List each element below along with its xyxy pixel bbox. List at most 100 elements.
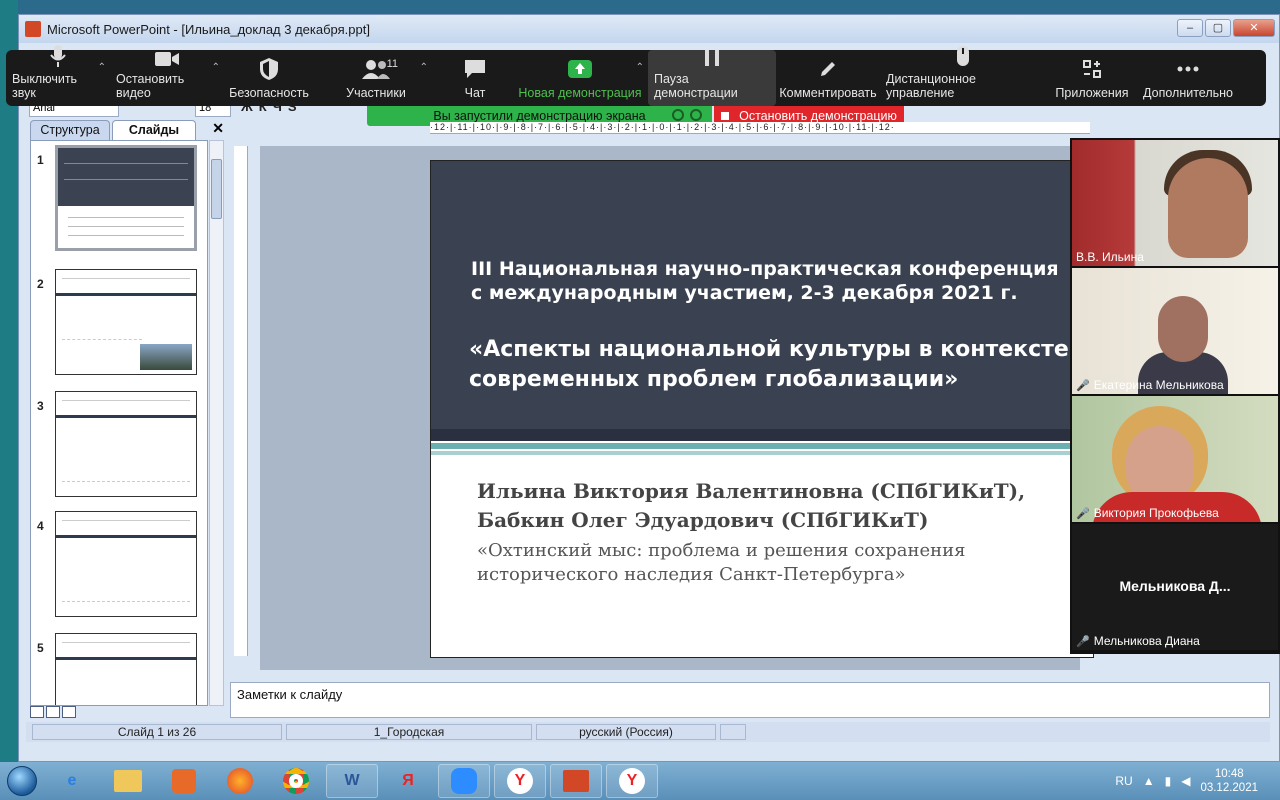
close-icon[interactable]: ✕ [212, 120, 224, 137]
participant-name: Виктория Прокофьева [1093, 506, 1219, 520]
tab-outline[interactable]: Структура [30, 120, 110, 140]
pause-share-button[interactable]: Пауза демонстрации [648, 50, 776, 106]
normal-view-button[interactable] [30, 706, 44, 718]
annotate-button[interactable]: Комментировать [776, 50, 880, 106]
authors[interactable]: Ильина Виктория Валентиновна (СПбГИКиТ),… [477, 477, 1025, 535]
chat-button[interactable]: Чат [438, 50, 512, 106]
stop-video-button[interactable]: ⌃ Остановить видео [110, 50, 224, 106]
slide-thumbnails: 1 2 3 4 5 [30, 140, 208, 706]
participant-name: Екатерина Мельникова [1093, 378, 1224, 392]
slide-stripe [431, 429, 1093, 441]
chevron-up-icon[interactable]: ⌃ [98, 62, 106, 73]
system-tray: RU ▲ ▮ ◀ 10:48 03.12.2021 [1115, 762, 1280, 800]
video-tile[interactable]: 🎤 Екатерина Мельникова [1072, 268, 1278, 394]
vertical-ruler [234, 146, 248, 656]
media-player-icon[interactable] [158, 764, 210, 798]
internet-explorer-icon[interactable]: e [46, 764, 98, 798]
video-tile[interactable]: В.В. Ильина [1072, 140, 1278, 266]
window-title: Microsoft PowerPoint - [Ильина_доклад 3 … [47, 21, 370, 37]
participant-videos: В.В. Ильина 🎤 Екатерина Мельникова 🎤 Викто… [1070, 138, 1280, 654]
stop-icon [721, 112, 730, 120]
security-button[interactable]: Безопасность [224, 50, 314, 106]
chevron-up-icon[interactable]: ⌃ [420, 62, 428, 73]
zoom-icon[interactable] [438, 764, 490, 798]
scrollbar-thumb[interactable] [211, 159, 222, 219]
clock-time: 10:48 [1214, 768, 1244, 780]
pencil-icon [818, 56, 838, 82]
chevron-up-icon[interactable]: ▲ [1143, 774, 1155, 788]
sharing-banner-text: Вы запустили демонстрацию экрана [433, 109, 646, 123]
desktop-edge [0, 0, 18, 762]
shield-icon [690, 109, 702, 121]
conference-title[interactable]: III Национальная научно-практическая кон… [471, 257, 1071, 305]
language-status: русский (Россия) [536, 724, 716, 740]
yandex-icon[interactable]: Я [382, 764, 434, 798]
windows-icon [7, 766, 37, 796]
status-icon [672, 109, 684, 121]
video-camera-icon [154, 50, 180, 68]
firefox-icon[interactable] [214, 764, 266, 798]
microphone-icon [49, 44, 67, 68]
report-subject[interactable]: «Охтинский мыс: проблема и решения сохра… [477, 539, 1037, 587]
thumbnail-photo [140, 344, 192, 370]
network-icon[interactable]: ▮ [1165, 774, 1172, 788]
video-tile[interactable]: 🎤 Виктория Прокофьева [1072, 396, 1278, 522]
close-button[interactable]: ✕ [1233, 19, 1275, 37]
powerpoint-icon[interactable] [550, 764, 602, 798]
language-indicator[interactable]: RU [1115, 774, 1132, 788]
mouse-icon [955, 44, 971, 68]
more-button[interactable]: Дополнительно [1138, 50, 1238, 106]
shield-icon [259, 56, 279, 82]
apps-button[interactable]: Приложения [1046, 50, 1138, 106]
chevron-up-icon[interactable]: ⌃ [212, 62, 220, 73]
slide-thumbnail[interactable] [55, 633, 197, 705]
remote-control-button[interactable]: Дистанционное управление [880, 46, 1046, 106]
yandex-browser-icon[interactable]: Y [494, 764, 546, 798]
volume-icon[interactable]: ◀ [1181, 774, 1190, 788]
sorter-view-button[interactable] [46, 706, 60, 718]
muted-mic-icon: 🎤 [1076, 635, 1090, 648]
word-icon[interactable]: W [326, 764, 378, 798]
notes-field[interactable]: Заметки к слайду [230, 682, 1270, 718]
powerpoint-icon [25, 21, 41, 37]
new-share-button[interactable]: ⌃ Новая демонстрация [512, 50, 648, 106]
file-explorer-icon[interactable] [102, 764, 154, 798]
video-feed [1168, 158, 1248, 258]
slides-pane: Структура Слайды ✕ 1 2 3 4 5 [26, 120, 228, 720]
mute-button[interactable]: ⌃ Выключить звук [6, 45, 110, 106]
slideshow-view-button[interactable] [62, 706, 76, 718]
pause-icon [702, 48, 722, 68]
video-tile[interactable]: Мельникова Д... 🎤 Мельникова Диана [1072, 524, 1278, 650]
yandex-browser-icon[interactable]: Y [606, 764, 658, 798]
clock-date: 03.12.2021 [1200, 782, 1258, 794]
slide-thumbnail[interactable] [55, 269, 197, 375]
topic-title[interactable]: «Аспекты национальной культуры в контекс… [469, 335, 1079, 395]
slide-thumbnail[interactable] [55, 145, 197, 251]
clock[interactable]: 10:48 03.12.2021 [1200, 767, 1258, 795]
minimize-button[interactable]: – [1177, 19, 1203, 37]
participant-display-name: Мельникова Д... [1119, 578, 1231, 594]
start-button[interactable] [0, 762, 44, 800]
tab-slides[interactable]: Слайды [112, 120, 196, 140]
chevron-up-icon[interactable]: ⌃ [636, 62, 644, 73]
chat-icon [463, 56, 487, 82]
video-feed [1158, 296, 1208, 362]
author-line: Бабкин Олег Эдуардович (СПбГИКиТ) [477, 508, 929, 532]
maximize-button[interactable]: ▢ [1205, 19, 1231, 37]
participant-count: 11 [386, 58, 398, 70]
author-line: Ильина Виктория Валентиновна (СПбГИКиТ), [477, 479, 1026, 503]
scrollbar[interactable] [209, 140, 224, 706]
slide-thumbnail[interactable] [55, 511, 197, 617]
zoom-meeting-toolbar: ⌃ Выключить звук ⌃ Остановить видео Безо… [6, 45, 1266, 106]
participants-button[interactable]: 11 ⌃ Участники [314, 50, 438, 106]
taskbar: e W Я Y Y RU ▲ ▮ ◀ 10:48 03.12.2021 [0, 762, 1280, 800]
chrome-icon[interactable] [270, 764, 322, 798]
status-blank [720, 724, 746, 740]
status-bar: Слайд 1 из 26 1_Городская русский (Росси… [26, 722, 1270, 742]
slide-stripe [431, 451, 1093, 455]
slide-thumbnail[interactable] [55, 391, 197, 497]
current-slide[interactable]: III Национальная научно-практическая кон… [430, 160, 1094, 658]
muted-mic-icon: 🎤 [1076, 507, 1090, 520]
slide-stripe [431, 443, 1093, 449]
apps-icon [1082, 56, 1102, 82]
